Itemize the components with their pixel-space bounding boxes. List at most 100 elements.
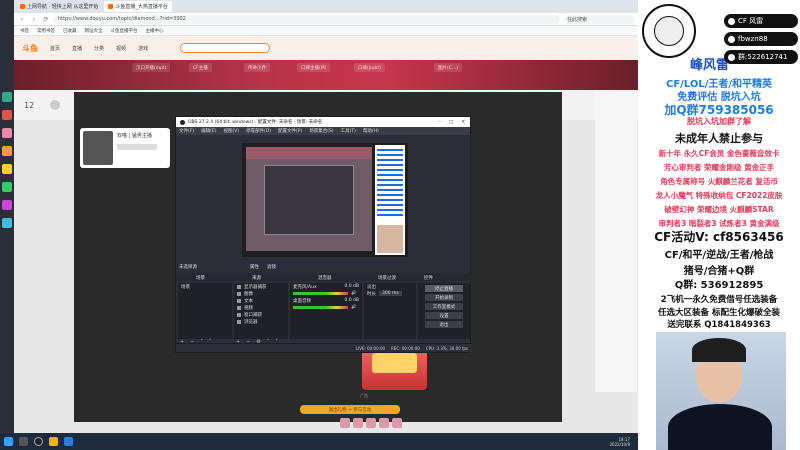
douyu-logo[interactable]: 斗鱼 [22, 43, 38, 54]
source-item[interactable]: 窗口捕获 [234, 311, 288, 318]
desktop-icon[interactable] [2, 128, 12, 138]
filters-button[interactable]: 滤镜 [267, 264, 276, 270]
source-name: 窗口捕获 [244, 312, 262, 318]
browser-taskbar-icon[interactable] [49, 437, 58, 446]
room-tab[interactable]: CF主播 [189, 63, 212, 72]
obs-preview[interactable] [242, 143, 408, 257]
overlay-line: 2飞机一永久免费借号任选装备 [660, 295, 778, 305]
search-icon[interactable] [19, 437, 28, 446]
studio-mode-button[interactable]: 工作室模式 [425, 303, 463, 310]
nav-link[interactable]: 游戏 [138, 45, 148, 52]
bookmark-item[interactable]: 网址大全 [85, 28, 103, 34]
nav-link[interactable]: 分类 [94, 45, 104, 52]
cpu-status: CPU: 3.3%, 30.00 fps [425, 345, 468, 351]
speaker-icon[interactable]: 🔊 [351, 291, 357, 296]
menu-item[interactable]: 编辑(E) [201, 128, 216, 134]
overlay-line: 龙人小魔气 特殊收纳包 CF2022皮肤 [655, 191, 783, 200]
menu-item[interactable]: 配置文件(P) [278, 128, 302, 134]
gift-item-icon[interactable] [366, 418, 376, 428]
room-tab[interactable]: 传奇小乔 [244, 63, 270, 72]
maximize-icon[interactable]: □ [449, 120, 453, 125]
douyu-favicon-icon [108, 4, 114, 9]
start-icon[interactable] [4, 437, 13, 446]
gift-item-icon[interactable] [353, 418, 363, 428]
bookmark-item[interactable]: 常用书签 [37, 28, 55, 34]
transition-select[interactable]: 淡出 [364, 283, 416, 290]
browser-tab-active[interactable]: 斗鱼直播_大热直播平台 [104, 1, 172, 12]
menu-item[interactable]: 停靠部件(D) [246, 128, 271, 134]
room-tab[interactable]: 图片(C...) [434, 63, 462, 72]
bookmark-item[interactable]: 斗鱼直播平台 [111, 28, 138, 34]
desktop-icon[interactable] [2, 146, 12, 156]
side-rank-panel [595, 92, 637, 392]
desktop-icon[interactable] [2, 110, 12, 120]
bookmark-item[interactable]: 主播中心 [146, 28, 164, 34]
overlay-line: 破壁幻神 荣耀边境 火麒麟STAR [664, 205, 774, 214]
scene-item[interactable]: 场景 [178, 283, 232, 290]
nav-link[interactable]: 视频 [116, 45, 126, 52]
url-field[interactable]: https://www.douyu.com/topic/diamond…?rid… [54, 14, 560, 24]
stop-streaming-button[interactable]: 停止直播 [425, 285, 463, 292]
nav-link[interactable]: 首页 [50, 45, 60, 52]
source-item[interactable]: 浏览器 [234, 318, 288, 325]
settings-button[interactable]: 设置 [425, 312, 463, 319]
app-taskbar-icon[interactable] [64, 437, 73, 446]
source-item[interactable]: 文本 [234, 297, 288, 304]
refresh-icon[interactable]: ⟳ [42, 16, 50, 23]
room-tab[interactable]: 口碑(pubt) [354, 63, 385, 72]
desktop-icon[interactable] [2, 164, 12, 174]
bookmark-item[interactable]: 已收藏 [63, 28, 77, 34]
channel-level: 0.0 dB [344, 284, 359, 289]
properties-button[interactable]: 属性 [250, 264, 259, 270]
streamer-logo [642, 4, 696, 58]
menu-item[interactable]: 工具(T) [341, 128, 356, 134]
douyu-search-input[interactable] [180, 43, 271, 53]
browser-tab[interactable]: 上网导航 · 轻快上网 从这里开始 [16, 1, 102, 12]
search-field[interactable]: 在此搜索 [564, 14, 634, 24]
webcam-feed [656, 332, 786, 450]
desktop-icon[interactable] [2, 200, 12, 210]
menu-item[interactable]: 视图(V) [223, 128, 239, 134]
minimize-icon[interactable]: – [439, 120, 441, 125]
gift-item-icon[interactable] [340, 418, 350, 428]
channel-name: 麦克风/Aux [293, 284, 317, 290]
browser-icon [237, 319, 241, 324]
desktop-icon[interactable] [2, 182, 12, 192]
overlay-line: 新十年 永久CF会员 金色蔷薇音效卡 [658, 149, 780, 158]
duration-field[interactable]: 300 ms [379, 291, 402, 296]
sources-dock: 显示器捕获 图像 文本 视频 窗口捕获 浏览器 [234, 283, 288, 339]
desktop-icon[interactable] [2, 218, 12, 228]
menu-item[interactable]: 帮助(H) [363, 128, 379, 134]
obs-taskbar-icon[interactable] [34, 437, 43, 446]
video-icon [237, 305, 241, 310]
gift-item-icon[interactable] [379, 418, 389, 428]
nav-link[interactable]: 直播 [72, 45, 82, 52]
logo-face-icon [654, 16, 684, 46]
gift-icon[interactable] [50, 100, 61, 110]
gift-item-icon[interactable] [392, 418, 402, 428]
menu-item[interactable]: 文件(F) [179, 128, 194, 134]
forward-icon[interactable]: › [30, 16, 38, 23]
follow-button[interactable] [117, 144, 157, 150]
close-icon[interactable]: ✕ [461, 120, 465, 125]
windows-taskbar: 18:17 2022/10/9 [0, 433, 638, 450]
anchor-avatar[interactable] [83, 131, 113, 165]
gift-strip[interactable]: 送出礼物 + 参与互动 [300, 405, 400, 414]
start-recording-button[interactable]: 开始录制 [425, 294, 463, 301]
volume-meter [293, 292, 348, 295]
bookmark-item[interactable]: 书签 [20, 28, 29, 34]
source-item[interactable]: 图像 [234, 290, 288, 297]
obs-app-icon [180, 119, 185, 125]
image-icon [237, 291, 241, 296]
source-item[interactable]: 视频 [234, 304, 288, 311]
room-tab[interactable]: 汉口开播(mpl) [132, 63, 171, 72]
exit-button[interactable]: 退出 [425, 321, 463, 328]
anchor-card: 双喵 | 猛男主播 [80, 128, 170, 168]
source-item[interactable]: 显示器捕获 [234, 283, 288, 290]
desktop-icon[interactable] [2, 92, 12, 102]
duration-label: 时长 [367, 291, 376, 297]
speaker-icon[interactable]: 🔊 [351, 305, 357, 310]
menu-item[interactable]: 场景集合(S) [309, 128, 333, 134]
room-tab[interactable]: 口碑主播(M) [297, 63, 331, 72]
back-icon[interactable]: ‹ [18, 16, 26, 23]
